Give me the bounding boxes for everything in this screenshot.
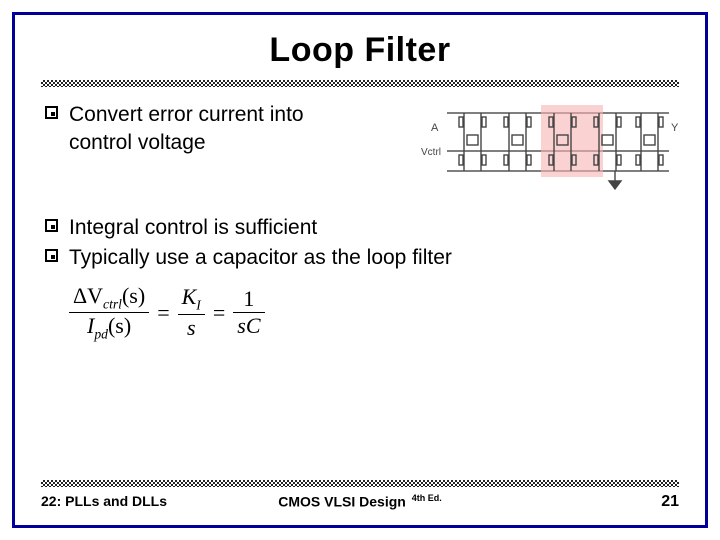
den1-sub: pd [94,327,108,342]
label-a: A [431,122,439,134]
label-y: Y [671,122,679,134]
num1-a: ΔV [73,283,103,308]
bullet-item: Integral control is sufficient [45,214,679,242]
content-area: Convert error current into control volta… [41,101,679,343]
slide-title: Loop Filter [41,31,679,70]
top-divider [41,80,679,87]
footer-edition: 4th Ed. [412,493,442,503]
bullet-icon [45,249,58,262]
bullet-text: Convert error current into control volta… [69,103,304,154]
slide-frame: Loop Filter Convert error current into c… [12,12,708,528]
bullet-text: Typically use a capacitor as the loop fi… [69,246,452,269]
fraction-3: 1 sC [233,286,264,340]
num2: K [182,284,197,309]
den1-b: (s) [108,313,131,338]
num1-sub: ctrl [103,296,122,311]
equals-1: = [157,300,169,326]
den3: sC [233,313,264,339]
label-vctrl: Vctrl [421,147,441,158]
bullet-group-1: Convert error current into control volta… [41,101,331,160]
bullet-item: Typically use a capacitor as the loop fi… [45,244,679,272]
row-1: Convert error current into control volta… [41,101,679,196]
num1-b: (s) [122,283,145,308]
formula: ΔVctrl(s) Ipd(s) = KI s = [69,283,679,344]
num3: 1 [233,286,264,313]
circuit-diagram: A Y Vctrl [419,101,679,196]
page-number: 21 [661,493,679,511]
footer-center: CMOS VLSI Design 4th Ed. [278,493,441,510]
footer: 22: PLLs and DLLs CMOS VLSI Design 4th E… [41,480,679,511]
slide: Loop Filter Convert error current into c… [0,0,720,540]
bottom-divider [41,480,679,487]
bullet-item: Convert error current into control volta… [45,101,331,158]
den2: s [178,315,205,341]
footer-center-text: CMOS VLSI Design [278,494,406,510]
footer-row: 22: PLLs and DLLs CMOS VLSI Design 4th E… [41,493,679,511]
fraction-2: KI s [178,284,205,341]
footer-left: 22: PLLs and DLLs [41,493,167,509]
bullet-icon [45,219,58,232]
fraction-1: ΔVctrl(s) Ipd(s) [69,283,149,344]
bullet-group-2: Integral control is sufficient Typically… [41,214,679,273]
circuit-svg: A Y Vctrl [419,101,679,191]
num2-sub: I [196,298,201,313]
equals-2: = [213,300,225,326]
bullet-icon [45,106,58,119]
bullet-text: Integral control is sufficient [69,216,317,239]
